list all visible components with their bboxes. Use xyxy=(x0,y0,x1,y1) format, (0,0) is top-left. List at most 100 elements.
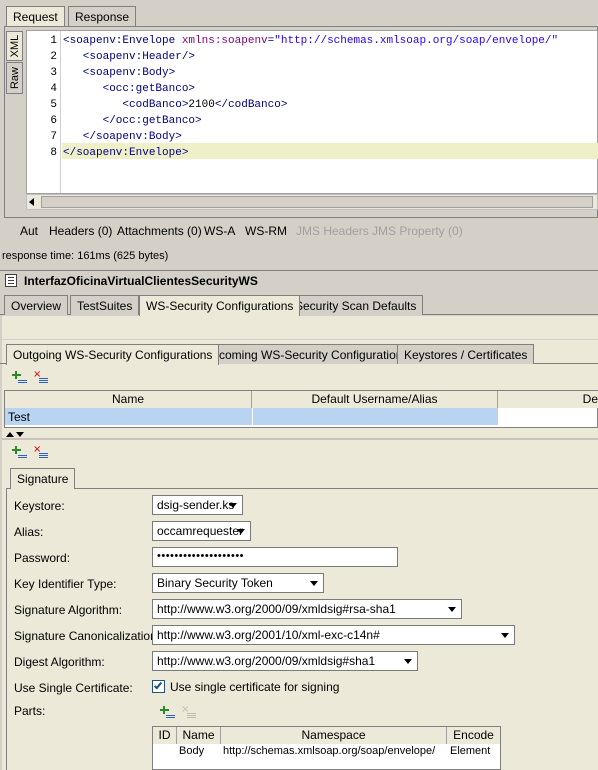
wss-config-tabs: Outgoing WS-Security Configurations Incom… xyxy=(0,344,598,365)
code-token: 2100 xyxy=(188,99,215,111)
chevron-down-icon xyxy=(229,503,237,508)
side-tab-xml[interactable]: XML xyxy=(6,31,23,61)
tab-security-scan-defaults[interactable]: Security Scan Defaults xyxy=(288,295,424,315)
signature-algorithm-select[interactable]: http://www.w3.org/2000/09/xmldsig#rsa-sh… xyxy=(152,599,462,619)
digest-algorithm-select[interactable]: http://www.w3.org/2000/09/xmldsig#sha1 xyxy=(152,651,418,671)
bottom-tab-aut[interactable]: Aut xyxy=(20,224,38,238)
scrollbar-thumb[interactable] xyxy=(41,196,593,208)
single-certificate-label: Use Single Certificate: xyxy=(14,681,133,695)
chevron-down-icon xyxy=(310,581,318,586)
parts-header-name[interactable]: Name xyxy=(177,727,221,744)
project-icon xyxy=(5,274,17,287)
password-field[interactable]: •••••••••••••••••••• xyxy=(152,547,398,567)
code-token: <soapenv:Envelope xyxy=(63,35,182,47)
splitter-bar[interactable] xyxy=(2,438,598,440)
request-response-tabs: Request Response xyxy=(0,0,598,26)
splitter-down-icon[interactable] xyxy=(16,432,24,437)
project-title: InterfazOficinaVirtualClientesSecurityWS xyxy=(24,274,258,288)
table-row[interactable]: Body http://schemas.xmlsoap.org/soap/env… xyxy=(153,744,500,761)
remove-part-icon[interactable]: × xyxy=(181,704,197,720)
key-identifier-select[interactable]: Binary Security Token xyxy=(152,573,324,593)
signature-canonicalization-label: Signature Canonicalization: xyxy=(14,629,161,643)
add-part-icon[interactable] xyxy=(160,704,176,720)
digest-algorithm-label: Digest Algorithm: xyxy=(14,655,105,669)
code-line: <soapenv:Envelope xmlns:soapenv="http://… xyxy=(63,33,558,49)
code-line: <soapenv:Header/> xyxy=(63,49,195,65)
code-token: <soapenv:Body> xyxy=(63,67,176,79)
key-identifier-value: Binary Security Token xyxy=(157,576,273,590)
parts-cell-encode: Element xyxy=(450,745,491,757)
outgoing-config-table: Name Default Username/Alias De Test xyxy=(4,390,598,428)
bottom-tab-jms-headers[interactable]: JMS Headers xyxy=(296,224,369,238)
bottom-tab-headers-0[interactable]: Headers (0) xyxy=(49,224,112,238)
parts-header-namespace[interactable]: Namespace xyxy=(221,727,447,744)
signature-canonicalization-value: http://www.w3.org/2001/10/xml-exc-c14n# xyxy=(157,628,380,642)
chevron-down-icon xyxy=(501,633,509,638)
keystore-label: Keystore: xyxy=(14,499,65,513)
tab-signature[interactable]: Signature xyxy=(10,468,76,489)
bottom-tab-attachments-0[interactable]: Attachments (0) xyxy=(117,224,202,238)
alias-value: occamrequester xyxy=(157,524,244,538)
bottom-tab-ws-rm[interactable]: WS-RM xyxy=(245,224,287,238)
password-value: •••••••••••••••••••• xyxy=(157,550,245,562)
tab-keystores-certificates[interactable]: Keystores / Certificates xyxy=(397,344,535,364)
scroll-left-arrow-icon[interactable] xyxy=(29,198,34,206)
tab-outgoing-ws-security-configurations[interactable]: Outgoing WS-Security Configurations xyxy=(6,344,220,365)
tab-testsuites[interactable]: TestSuites xyxy=(70,295,140,315)
signature-algorithm-value: http://www.w3.org/2000/09/xmldsig#rsa-sh… xyxy=(157,602,396,616)
code-token: <codBanco> xyxy=(63,99,189,111)
tab-incoming-ws-security-configurations[interactable]: Incoming WS-Security Configurations xyxy=(202,344,416,364)
table-cell-name: Test xyxy=(8,410,31,424)
code-line: <soapenv:Body> xyxy=(63,65,175,81)
code-line: <occ:getBanco> xyxy=(63,81,195,97)
project-tabs: Overview TestSuites WS-Security Configurat… xyxy=(0,293,598,316)
bottom-tab-jms-property-0[interactable]: JMS Property (0) xyxy=(372,224,463,238)
password-label: Password: xyxy=(14,551,71,565)
table-header-de[interactable]: De xyxy=(498,391,598,408)
signature-algorithm-label: Signature Algorithm: xyxy=(14,603,123,617)
line-number: 7 xyxy=(50,131,57,143)
signature-canonicalization-select[interactable]: http://www.w3.org/2001/10/xml-exc-c14n# xyxy=(152,625,515,645)
alias-select[interactable]: occamrequester xyxy=(152,521,251,541)
tab-ws-security-configurations[interactable]: WS-Security Configurations xyxy=(139,295,301,316)
code-line: </occ:getBanco> xyxy=(63,113,202,129)
code-token: </occ:getBanco> xyxy=(63,115,202,127)
remove-entry-icon[interactable]: × xyxy=(33,444,49,460)
table-header-default-alias[interactable]: Default Username/Alias xyxy=(252,391,498,408)
splitter-up-icon[interactable] xyxy=(6,432,14,437)
parts-header-id[interactable]: ID xyxy=(153,727,177,744)
tab-overview[interactable]: Overview xyxy=(4,295,69,315)
single-certificate-checkbox-label[interactable]: Use single certificate for signing xyxy=(170,680,339,694)
response-time-status: response time: 161ms (625 bytes) xyxy=(2,250,169,262)
parts-table: ID Name Namespace Encode Body http://sch… xyxy=(152,726,501,770)
add-outgoing-icon[interactable] xyxy=(12,369,28,385)
side-tab-raw-label: Raw xyxy=(9,67,21,90)
chevron-down-icon xyxy=(448,607,456,612)
side-tab-raw[interactable]: Raw xyxy=(6,62,23,94)
remove-outgoing-icon[interactable]: × xyxy=(33,369,49,385)
code-token: <occ:getBanco> xyxy=(63,83,196,95)
request-bottom-tabs: Aut Headers (0) Attachments (0) WS-A WS-RM JM… xyxy=(0,220,598,242)
add-entry-icon[interactable] xyxy=(12,444,28,460)
parts-label: Parts: xyxy=(14,704,46,718)
parts-header-encode[interactable]: Encode xyxy=(447,727,500,744)
xml-editor[interactable]: 1 <soapenv:Envelope xmlns:soapenv="http:/… xyxy=(26,30,598,194)
tab-request[interactable]: Request xyxy=(6,6,65,26)
checkmark-icon xyxy=(153,680,163,690)
bottom-tab-ws-a[interactable]: WS-A xyxy=(204,224,235,238)
single-certificate-checkbox[interactable] xyxy=(152,680,165,693)
code-line: <codBanco>2100</codBanco> xyxy=(63,97,287,113)
project-header: InterfazOficinaVirtualClientesSecurityWS xyxy=(0,270,598,290)
code-token: </codBanco> xyxy=(214,99,288,111)
line-number: 1 xyxy=(50,35,57,47)
wss-toolbar-strip xyxy=(2,318,598,340)
code-line: </soapenv:Body> xyxy=(63,129,182,145)
keystore-value: dsig-sender.ks xyxy=(157,498,235,512)
line-number: 5 xyxy=(50,99,57,111)
keystore-select[interactable]: dsig-sender.ks xyxy=(152,495,243,515)
table-header-name[interactable]: Name xyxy=(5,391,252,408)
horizontal-scrollbar[interactable] xyxy=(26,194,598,210)
tab-response[interactable]: Response xyxy=(68,6,137,26)
line-number: 6 xyxy=(50,115,57,127)
chevron-down-icon xyxy=(404,659,412,664)
